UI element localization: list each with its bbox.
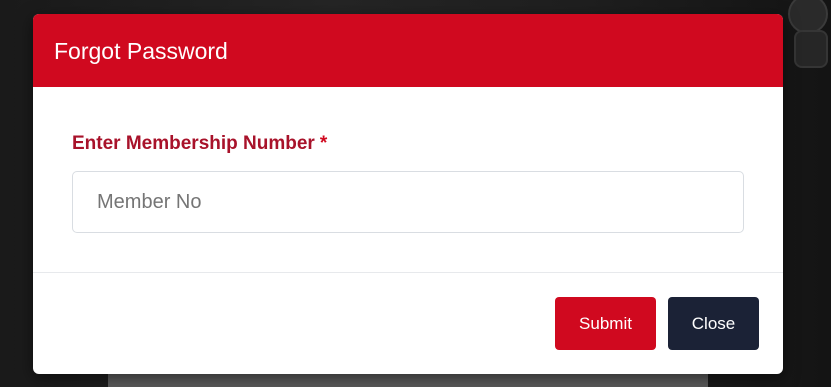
close-button[interactable]: Close [668, 297, 759, 350]
required-marker: * [319, 133, 328, 154]
membership-number-label-text: Enter Membership Number [72, 133, 315, 154]
modal-header: Forgot Password [33, 14, 783, 87]
submit-button[interactable]: Submit [555, 297, 656, 350]
member-number-input[interactable] [72, 171, 744, 233]
background-decoration [780, 0, 831, 100]
modal-title: Forgot Password [54, 38, 228, 64]
modal-footer-divider [33, 272, 783, 273]
membership-number-label: Enter Membership Number * [72, 132, 327, 156]
forgot-password-modal: Forgot Password Enter Membership Number *… [33, 14, 783, 374]
